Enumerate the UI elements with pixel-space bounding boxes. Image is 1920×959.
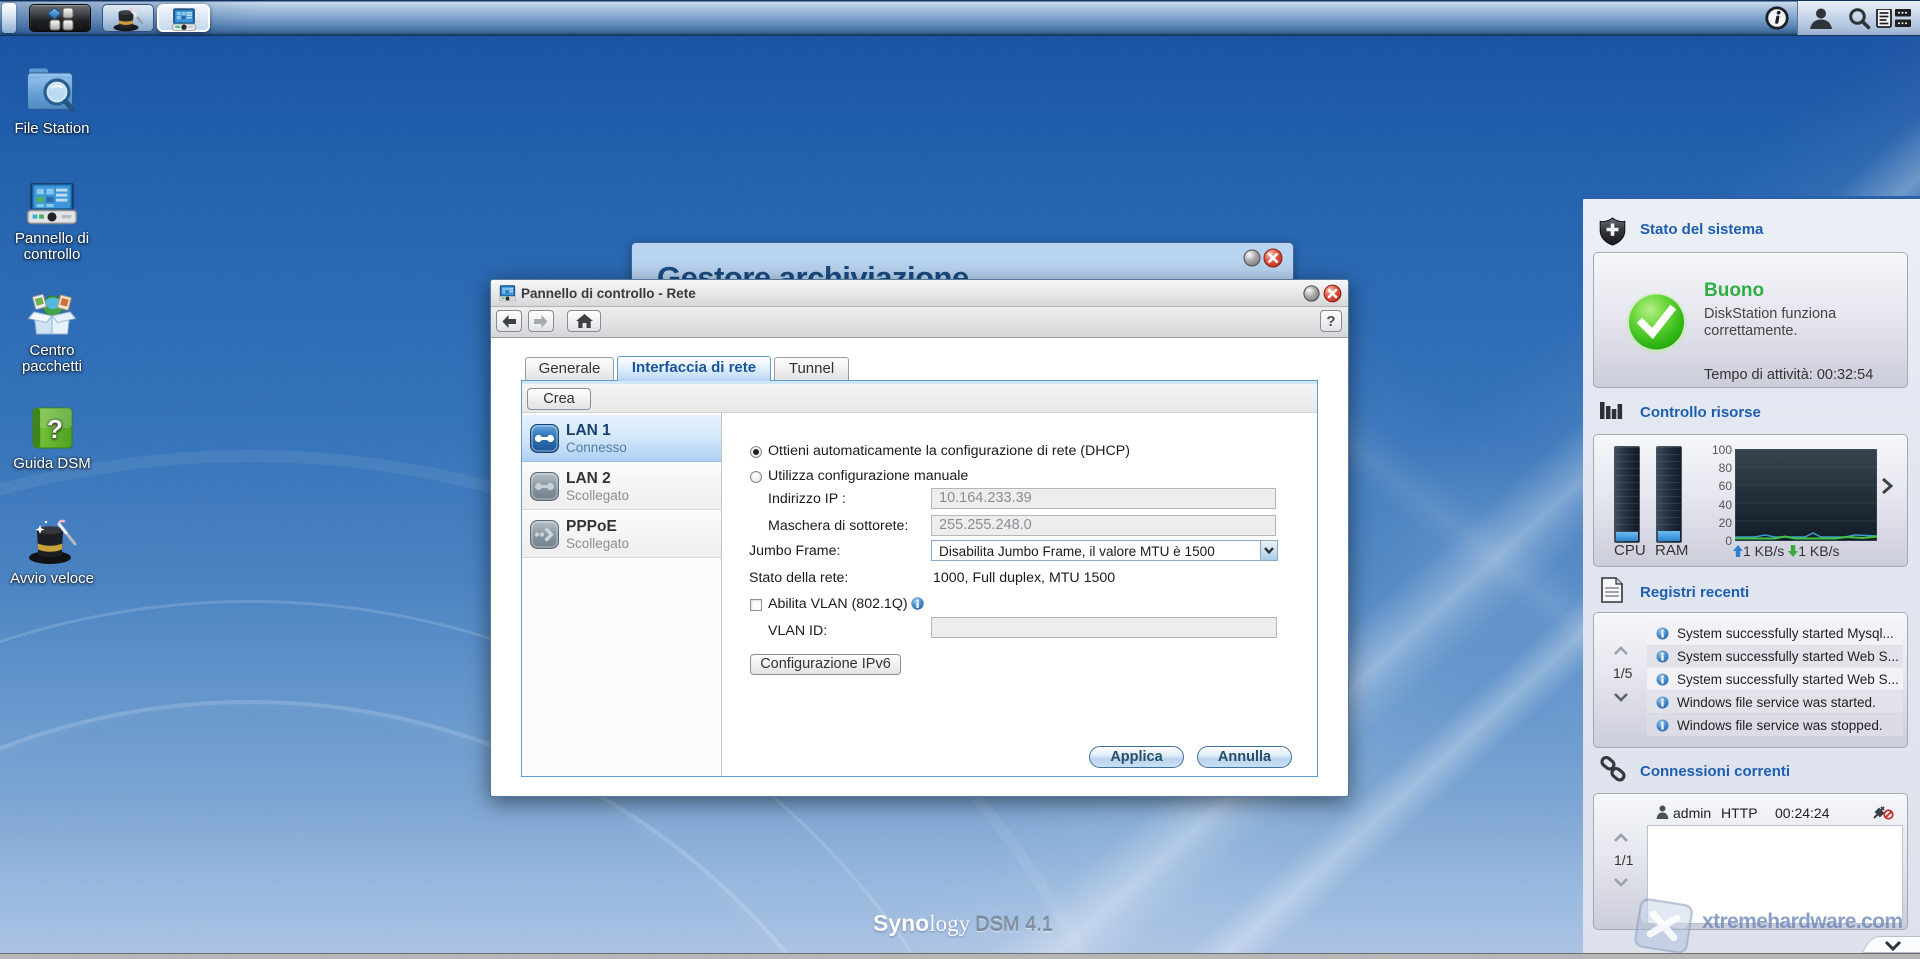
- svg-text:?: ?: [47, 414, 63, 444]
